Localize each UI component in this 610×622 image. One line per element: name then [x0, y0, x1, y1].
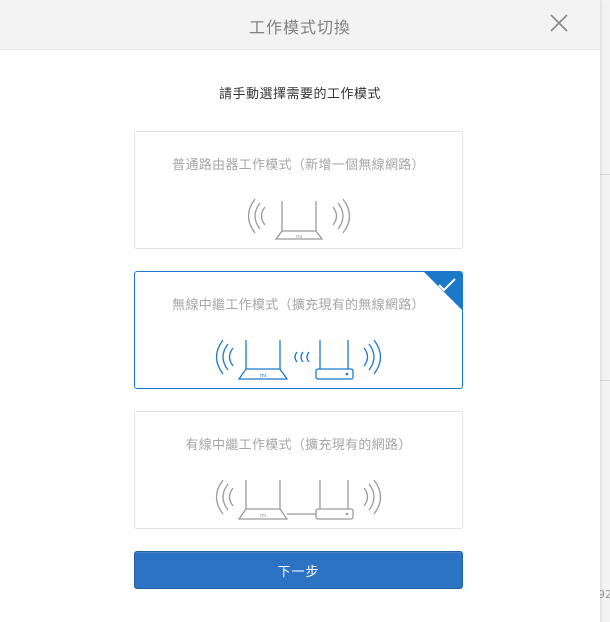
- background-divider: [600, 174, 610, 175]
- selected-check-icon: [424, 272, 462, 310]
- close-icon: [550, 14, 568, 32]
- svg-text:mi: mi: [296, 234, 302, 240]
- background-divider: [600, 380, 610, 381]
- single-router-wireless-icon: mi: [247, 198, 351, 240]
- close-button[interactable]: [548, 12, 570, 34]
- svg-text:mi: mi: [260, 373, 266, 379]
- mode-switch-dialog: 工作模式切換 請手動選擇需要的工作模式 普通路由器工作模式（新增一個無線網路） …: [0, 0, 600, 622]
- dialog-header: 工作模式切換: [0, 0, 600, 50]
- instruction-text: 請手動選擇需要的工作模式: [218, 87, 381, 102]
- wireless-repeater-icon: mi: [215, 339, 382, 380]
- mode-card-wireless-repeater[interactable]: 無線中繼工作模式（擴充現有的無線網路） mi: [134, 271, 463, 389]
- wired-repeater-icon: mi: [215, 479, 382, 520]
- dialog-title: 工作模式切換: [248, 18, 351, 37]
- mode-card-router[interactable]: 普通路由器工作模式（新增一個無線網路） mi: [134, 131, 463, 249]
- next-step-button[interactable]: 下一步: [134, 551, 463, 589]
- svg-text:mi: mi: [260, 513, 266, 519]
- mode-card-wired-repeater[interactable]: 有線中繼工作模式（擴充現有的網路） mi: [134, 411, 463, 529]
